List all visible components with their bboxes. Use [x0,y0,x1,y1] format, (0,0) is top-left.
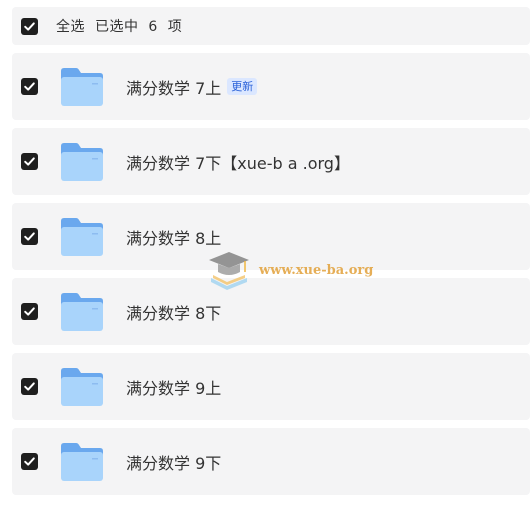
update-badge: 更新 [227,78,258,95]
file-name[interactable]: 满分数学 7上 [126,75,221,99]
row-checkbox[interactable] [21,303,38,320]
selection-count-text: 已选中 6 项 [95,19,183,35]
select-all-bar: 全选 已选中 6 项 [12,7,530,45]
file-row[interactable]: 满分数学 9下 [12,428,530,495]
checkmark-icon [24,232,35,241]
file-row[interactable]: 满分数学 9上 [12,353,530,420]
folder-icon [61,142,103,181]
folder-icon [61,292,103,331]
folder-icon [61,367,103,406]
folder-icon [61,442,103,481]
select-all-checkbox[interactable] [21,17,38,35]
file-row[interactable]: 满分数学 7下【xue-b a .org】 [12,128,530,195]
checkmark-icon [24,82,35,91]
select-all-label[interactable]: 全选 [56,16,85,36]
watermark-text: www.xue-ba.org [259,262,374,278]
file-name[interactable]: 满分数学 9上 [126,375,221,399]
folder-icon [61,67,103,106]
row-checkbox[interactable] [21,453,38,470]
checkmark-icon [24,307,35,316]
file-name[interactable]: 满分数学 7下【xue-b a .org】 [126,150,350,174]
file-row[interactable]: 满分数学 7上 更新 [12,53,530,120]
watermark: www.xue-ba.org [205,245,385,295]
row-checkbox[interactable] [21,78,38,95]
file-name[interactable]: 满分数学 8下 [126,300,221,324]
row-checkbox[interactable] [21,153,38,170]
checkmark-icon [24,157,35,166]
checkmark-icon [24,382,35,391]
graduation-cap-book-icon [209,252,249,290]
folder-icon [61,217,103,256]
checkmark-icon [24,21,35,31]
row-checkbox[interactable] [21,378,38,395]
row-checkbox[interactable] [21,228,38,245]
checkmark-icon [24,457,35,466]
file-name[interactable]: 满分数学 9下 [126,450,221,474]
